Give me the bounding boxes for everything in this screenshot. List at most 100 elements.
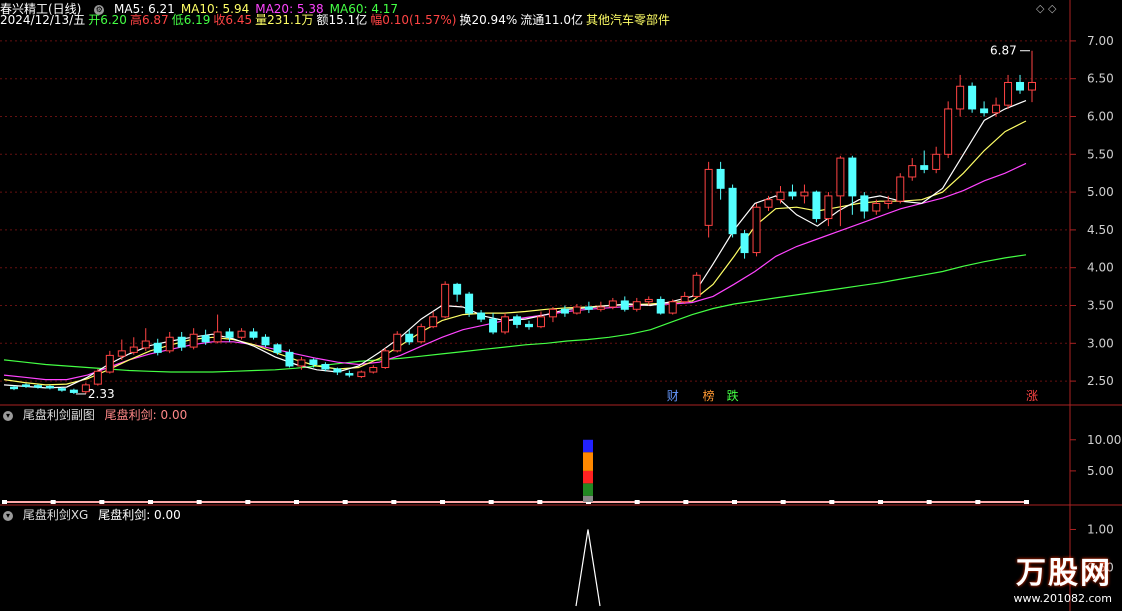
candle-body (608, 300, 617, 308)
quote-info-item: 低6.19 (171, 13, 211, 27)
candle-body (21, 384, 30, 387)
baseline-dot (488, 500, 494, 504)
candle-body (333, 368, 342, 373)
candle-body (69, 389, 78, 393)
quote-info-item: 2024/12/13/五 (0, 13, 86, 27)
candle-body (656, 298, 665, 314)
stack-segment (583, 483, 593, 496)
quote-info-item: 高6.87 (129, 13, 169, 27)
candle-body (860, 195, 869, 212)
baseline-dot (926, 500, 932, 504)
main-chart-pane: 7.00 6.50 6.00 5.50 5.00 4.50 4.00 3.50 3.00 2.50… (0, 0, 1122, 406)
candle-body (524, 323, 533, 328)
baseline-dot (780, 500, 786, 504)
candle-body (716, 168, 725, 189)
pane2-value: 尾盘利剑: 0.00 (104, 408, 188, 422)
quote-info-item: 流通11.0亿 (520, 13, 583, 27)
candle-body (692, 274, 701, 297)
candle-body (884, 200, 893, 204)
candle-body (1016, 81, 1025, 91)
candle-body (932, 153, 941, 170)
main-chart-svg: 7.00 6.50 6.00 5.50 5.00 4.50 4.00 3.50 3.00 2.50… (0, 0, 1122, 406)
quote-info-item: 换20.94% (459, 13, 518, 27)
candle-body (441, 283, 450, 318)
candle-body (141, 340, 150, 349)
y-tick-label: 5.50 (1087, 147, 1114, 161)
baseline-dot (975, 500, 981, 504)
candle-body (992, 104, 1001, 114)
candle-body (980, 108, 989, 114)
y-tick-label: 4.00 (1087, 261, 1114, 275)
stack-segment (583, 470, 593, 484)
stack-segment (583, 439, 593, 453)
candle-body (872, 202, 881, 212)
baseline-dot (2, 500, 7, 504)
candle-body (489, 318, 498, 333)
event-marker: 跌 (727, 388, 739, 403)
candle-body (465, 293, 474, 314)
quote-info-item: 额15.1亿 (316, 13, 368, 27)
pane3-header: ▾ 尾盘利剑XG 尾盘利剑: 0.00 (0, 506, 187, 524)
candle-body (321, 363, 330, 370)
candle-body (1004, 81, 1013, 106)
high-price-label: 6.87 (990, 44, 1017, 58)
baseline-dot (50, 500, 56, 504)
pane2-header: ▾ 尾盘利剑副图 尾盘利剑: 0.00 (0, 406, 193, 424)
window-controls[interactable]: ◇ ◇ (1036, 2, 1056, 15)
candle-body (908, 165, 917, 178)
candle-body (548, 308, 557, 318)
baseline-dot (148, 500, 153, 504)
quote-info-item: 开6.20 (88, 13, 127, 27)
baseline-dot (99, 500, 105, 504)
candle-body (584, 306, 593, 310)
candle-body (10, 386, 18, 390)
candle-body (824, 195, 833, 220)
candle-body (393, 333, 402, 352)
candle-body (728, 187, 737, 235)
candle-body (776, 191, 785, 201)
candle-body (1028, 81, 1036, 91)
candle-body (261, 336, 270, 346)
pane-tail-sword-sub: 10.00 5.00 ▾ 尾盘利剑副图 尾盘利剑: 0.00 (0, 406, 1122, 506)
candle-body (285, 351, 294, 367)
candle-body (572, 306, 581, 314)
chevron-down-icon[interactable]: ▾ (3, 410, 13, 421)
candle-body (620, 300, 629, 310)
candle-body (297, 359, 306, 367)
candle-body (501, 316, 510, 333)
candle-body (560, 308, 569, 314)
candle-body (345, 373, 354, 376)
y-tick-label: 4.50 (1087, 223, 1114, 237)
candle-body (213, 331, 222, 343)
y-tick-label: 6.00 (1087, 110, 1114, 124)
candle-body (812, 191, 821, 220)
candle-body (189, 333, 198, 348)
candle-body (788, 191, 797, 197)
candle-body (117, 350, 126, 357)
y-tick-label: 1.00 (1087, 522, 1114, 536)
candle-body (273, 344, 282, 353)
chevron-down-icon[interactable]: ▾ (3, 510, 13, 521)
candle-body (968, 85, 977, 110)
candle-body (513, 316, 522, 325)
main-header-row2: 2024/12/13/五 开6.20 高6.87 低6.19 收6.45 量231.1万额… (0, 11, 673, 29)
candle-body (57, 388, 66, 391)
baseline-dot (1024, 500, 1029, 504)
y-tick-label: 5.00 (1087, 185, 1114, 199)
candle-body (45, 385, 54, 389)
event-marker: 涨 (1026, 388, 1038, 403)
watermark-url: www.201082.com (1013, 592, 1112, 605)
candle-body (896, 176, 905, 202)
watermark-brand: 万股网 (1016, 556, 1112, 591)
candle-body (417, 326, 426, 343)
candle-body (800, 191, 809, 197)
candle-body (752, 206, 761, 254)
baseline-dot (683, 500, 689, 504)
y-tick-label: 3.00 (1087, 336, 1114, 350)
candle-body (429, 316, 438, 328)
signal-spike-line (575, 529, 601, 607)
candle-body (105, 354, 114, 373)
candle-body (129, 346, 138, 353)
candle-body (836, 157, 845, 197)
baseline-dot (245, 500, 251, 504)
